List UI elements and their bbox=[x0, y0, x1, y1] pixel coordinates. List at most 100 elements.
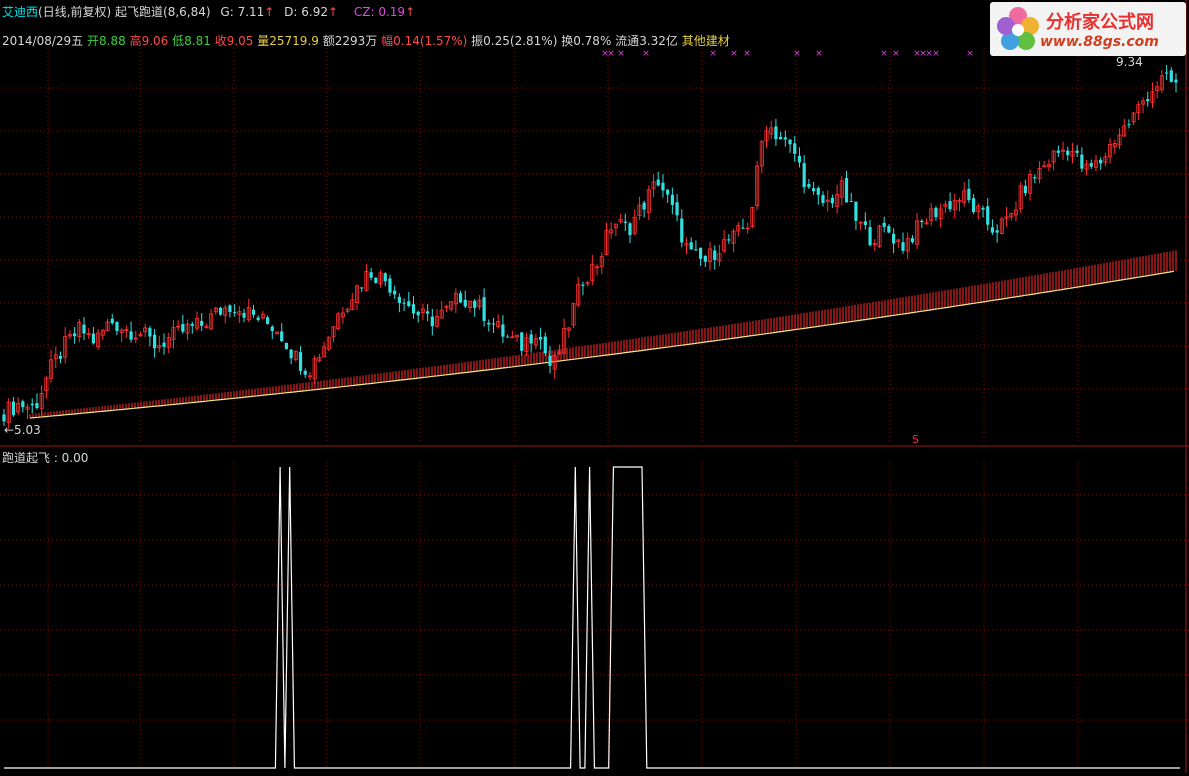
candle bbox=[53, 346, 58, 369]
candlestick-series[interactable] bbox=[2, 64, 1178, 429]
candle-body-down bbox=[298, 352, 303, 371]
candle bbox=[1075, 145, 1079, 157]
candle-body-down bbox=[374, 277, 378, 283]
candle bbox=[67, 330, 72, 340]
candle-body-down bbox=[934, 207, 938, 218]
candle bbox=[1080, 147, 1084, 173]
candle bbox=[618, 213, 623, 224]
runway-band bbox=[29, 250, 1177, 419]
candle bbox=[872, 239, 877, 251]
candle-body-down bbox=[148, 328, 152, 337]
candle bbox=[764, 126, 769, 149]
candle bbox=[1155, 81, 1160, 99]
candle bbox=[157, 335, 162, 353]
sector-link[interactable]: 其他建材 bbox=[682, 34, 730, 48]
candle bbox=[360, 287, 364, 292]
change-label: 幅 bbox=[381, 34, 394, 48]
candle bbox=[562, 318, 567, 354]
candle bbox=[783, 130, 787, 147]
candle-body-down bbox=[270, 326, 274, 332]
open-label: 开 bbox=[87, 34, 100, 48]
candle-body-down bbox=[816, 188, 820, 195]
candle bbox=[129, 321, 133, 343]
candle bbox=[143, 323, 148, 338]
price-high-label: 9.34 bbox=[1116, 55, 1143, 69]
candle-body-down bbox=[680, 218, 684, 243]
candle bbox=[825, 190, 830, 212]
candle-body-down bbox=[538, 336, 543, 340]
candle-body-down bbox=[793, 143, 797, 154]
candle bbox=[533, 333, 538, 350]
candle bbox=[416, 310, 420, 323]
candle bbox=[242, 308, 246, 323]
candle bbox=[1112, 139, 1117, 154]
candle-body-down bbox=[830, 197, 835, 204]
candle-body-down bbox=[910, 238, 915, 243]
candle bbox=[345, 307, 350, 314]
candle bbox=[487, 319, 491, 332]
candle bbox=[863, 212, 867, 230]
candle-body-down bbox=[783, 137, 787, 140]
cross-mark: × bbox=[709, 49, 717, 59]
signal-series[interactable] bbox=[4, 466, 1180, 769]
candle bbox=[590, 254, 595, 286]
chart-stage: × × × × × × × × × × × × × × × × 艾迪西(日线,前复权) 起飞跑道(8,6,84… bbox=[0, 0, 1189, 773]
candle-body-down bbox=[411, 304, 416, 314]
candle-body-down bbox=[543, 336, 547, 354]
candle bbox=[948, 192, 952, 212]
candle bbox=[566, 326, 571, 338]
candle bbox=[171, 319, 176, 349]
candle bbox=[105, 318, 110, 332]
candle-body-down bbox=[129, 331, 133, 340]
candle bbox=[510, 330, 515, 339]
stock-name[interactable]: 艾迪西 bbox=[2, 5, 38, 19]
candle-body-down bbox=[849, 201, 853, 203]
candle-body-down bbox=[190, 323, 194, 326]
candle bbox=[265, 315, 270, 325]
candle-body-down bbox=[501, 324, 505, 337]
candle bbox=[727, 234, 731, 244]
candle bbox=[467, 300, 472, 313]
candle bbox=[388, 274, 392, 297]
period-label: (日线,前复权) bbox=[38, 5, 112, 19]
candle bbox=[552, 352, 557, 379]
candle-body-down bbox=[228, 305, 232, 313]
candle bbox=[402, 298, 406, 312]
candle-body-down bbox=[218, 307, 223, 315]
candle bbox=[453, 288, 458, 314]
candle-body-down bbox=[1023, 185, 1027, 194]
chart-grid bbox=[0, 0, 1189, 773]
candle bbox=[613, 223, 618, 236]
candle bbox=[708, 241, 713, 271]
candle bbox=[426, 304, 430, 322]
candle-body-down bbox=[1164, 72, 1169, 74]
candle bbox=[1159, 69, 1164, 93]
candle bbox=[1103, 152, 1108, 167]
candle bbox=[637, 196, 642, 220]
site-logo[interactable]: 分析家公式网 www.88gs.com bbox=[990, 2, 1186, 56]
g-value: G: 7.11 bbox=[220, 5, 265, 19]
candle bbox=[223, 304, 228, 324]
candle bbox=[430, 308, 434, 336]
candle bbox=[877, 224, 882, 249]
candle bbox=[1127, 119, 1131, 129]
candle-body-down bbox=[426, 311, 430, 314]
candle-body-down bbox=[1174, 79, 1178, 83]
candle-body-down bbox=[280, 331, 284, 342]
candle bbox=[274, 331, 279, 335]
candle bbox=[280, 323, 284, 343]
candle-body-down bbox=[807, 183, 811, 188]
candle bbox=[312, 355, 317, 385]
low-label: 低 bbox=[172, 34, 185, 48]
candle bbox=[393, 285, 397, 299]
candle-body-down bbox=[675, 202, 679, 216]
candle bbox=[1066, 146, 1070, 161]
candle bbox=[1089, 159, 1093, 169]
open-value: 8.88 bbox=[99, 34, 126, 48]
candle bbox=[355, 284, 360, 310]
candle bbox=[30, 398, 34, 414]
candle bbox=[303, 368, 307, 378]
candle bbox=[166, 332, 171, 354]
candle bbox=[548, 345, 552, 374]
candle bbox=[91, 326, 96, 345]
